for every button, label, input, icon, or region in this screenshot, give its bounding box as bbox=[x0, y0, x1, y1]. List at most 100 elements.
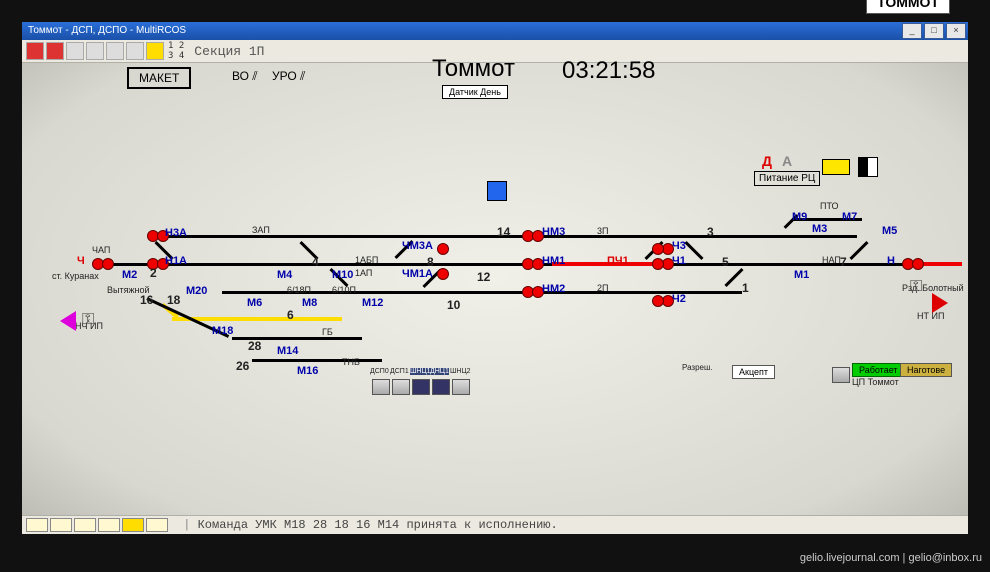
signal-chm1a[interactable]: ЧМ1А bbox=[402, 268, 433, 280]
sw-num-3: 3 bbox=[707, 225, 714, 239]
toolbar-icon-3[interactable] bbox=[66, 42, 84, 60]
signal-nm2[interactable]: НМ2 bbox=[542, 283, 565, 295]
yard-2[interactable] bbox=[252, 359, 382, 362]
arrow-right[interactable] bbox=[932, 293, 948, 313]
minimize-button[interactable]: _ bbox=[902, 23, 922, 39]
lbl-m18[interactable]: М18 bbox=[212, 325, 233, 337]
signal-ch1[interactable]: Ч1 bbox=[672, 255, 686, 267]
signal-n3a[interactable]: Н3А bbox=[165, 227, 187, 239]
signal-ch2[interactable]: Ч2 bbox=[672, 293, 686, 305]
daynight-button[interactable]: Датчик День bbox=[442, 85, 508, 99]
sect-nap: НАП bbox=[822, 255, 841, 265]
statusbar-icons bbox=[26, 518, 168, 532]
toolbar-1234: 1 23 4 bbox=[168, 41, 184, 61]
statusbar-cmd: Команда УМК M18 28 18 16 M14 принята к и… bbox=[198, 518, 558, 532]
lbl-m3[interactable]: М3 bbox=[812, 223, 827, 235]
signal-nm3[interactable]: НМ3 bbox=[542, 226, 565, 238]
sw-num-5: 5 bbox=[722, 255, 729, 269]
sect-gb: ГБ bbox=[322, 327, 333, 337]
signal-chm3a[interactable]: ЧМ3А bbox=[402, 240, 433, 252]
maket-button[interactable]: МАКЕТ bbox=[127, 67, 191, 89]
working-button[interactable]: Работает bbox=[852, 363, 905, 377]
ws-3[interactable] bbox=[412, 379, 430, 395]
lbl-m2[interactable]: М2 bbox=[122, 269, 137, 281]
sw-num-4: 4 bbox=[312, 255, 319, 269]
lbl-m10[interactable]: М10 bbox=[332, 269, 353, 281]
toolbar-icon-5[interactable] bbox=[106, 42, 124, 60]
signal-ch[interactable]: Ч bbox=[77, 255, 85, 267]
sect-vyt: Вытяжной bbox=[107, 285, 150, 295]
accept-button[interactable]: Акцепт bbox=[732, 365, 775, 379]
sect-tnb: ТНБ bbox=[342, 357, 360, 367]
sw-num-18: 18 bbox=[167, 293, 180, 307]
lbl-m16[interactable]: М16 bbox=[297, 365, 318, 377]
track-1[interactable] bbox=[107, 263, 922, 266]
sw-5[interactable] bbox=[684, 241, 703, 260]
sw-num-6: 6 bbox=[287, 308, 294, 322]
pit-button[interactable]: Питание РЦ bbox=[754, 171, 820, 186]
signal-n-lamp2[interactable] bbox=[912, 258, 924, 270]
bo-indicator: ВО ⫽ bbox=[232, 69, 258, 84]
key-icon-left[interactable]: ⚿ bbox=[82, 311, 94, 329]
uro-indicator: УРО ⫽ bbox=[272, 69, 305, 84]
signal-ch3[interactable]: Ч3 bbox=[672, 240, 686, 252]
lbl-m9[interactable]: М9 bbox=[792, 211, 807, 223]
bw-indicator bbox=[858, 157, 878, 177]
sw-1r[interactable] bbox=[724, 268, 743, 287]
lbl-m4[interactable]: М4 bbox=[277, 269, 292, 281]
track-canvas[interactable]: МАКЕТ ВО ⫽ УРО ⫽ Томмот Датчик День 03:2… bbox=[22, 63, 968, 515]
sw-num-7: 7 bbox=[840, 255, 847, 269]
close-button[interactable]: × bbox=[946, 23, 966, 39]
ws5-lbl: ШНЦ2 bbox=[450, 368, 471, 375]
toolbar-icon-2[interactable] bbox=[46, 42, 64, 60]
signal-chm3a-lamp[interactable] bbox=[437, 243, 449, 255]
arrow-left[interactable] bbox=[60, 311, 76, 331]
toolbar-icon-4[interactable] bbox=[86, 42, 104, 60]
sect-chap: ЧАП bbox=[92, 245, 110, 255]
signal-pch1[interactable]: ПЧ1 bbox=[607, 255, 629, 267]
ws-2[interactable] bbox=[392, 379, 410, 395]
ws2-lbl: ДСП1 bbox=[390, 368, 409, 375]
toolbar-icon-7[interactable] bbox=[146, 42, 164, 60]
signal-chm1a-lamp[interactable] bbox=[437, 268, 449, 280]
sw-num-16: 16 bbox=[140, 293, 153, 307]
signal-ch3-lamp2[interactable] bbox=[652, 243, 664, 255]
ready-button[interactable]: Наготове bbox=[900, 363, 952, 377]
sw-num-14: 14 bbox=[497, 225, 510, 239]
cp-icon[interactable] bbox=[832, 367, 850, 383]
sw-num-26: 26 bbox=[236, 359, 249, 373]
sect-2p: 2П bbox=[597, 283, 608, 293]
sw-num-2: 2 bbox=[150, 266, 157, 280]
sect-zap: ЗАП bbox=[252, 225, 270, 235]
lbl-m8[interactable]: М8 bbox=[302, 297, 317, 309]
signal-n1a[interactable]: Н1А bbox=[165, 255, 187, 267]
ws-1[interactable] bbox=[372, 379, 390, 395]
maximize-button[interactable]: □ bbox=[924, 23, 944, 39]
signal-n[interactable]: Н bbox=[887, 255, 895, 267]
occupied-n[interactable] bbox=[922, 262, 962, 266]
signal-ch1-lamp2[interactable] bbox=[652, 258, 664, 270]
lbl-m7[interactable]: М7 bbox=[842, 211, 857, 223]
yellow-indicator bbox=[822, 159, 850, 175]
signal-nm1[interactable]: НМ1 bbox=[542, 255, 565, 267]
lbl-m6[interactable]: М6 bbox=[247, 297, 262, 309]
signal-ch-lamp2[interactable] bbox=[102, 258, 114, 270]
toolbar-icon-6[interactable] bbox=[126, 42, 144, 60]
key-icon-right[interactable]: ⚿ bbox=[910, 278, 922, 296]
lbl-m14[interactable]: М14 bbox=[277, 345, 298, 357]
toolbar-icon-1[interactable] bbox=[26, 42, 44, 60]
lbl-m20[interactable]: М20 bbox=[186, 285, 207, 297]
sect-1ap: 1АП bbox=[355, 268, 372, 278]
ws-5[interactable] bbox=[452, 379, 470, 395]
sun-icon bbox=[487, 181, 507, 201]
sw-num-1: 1 bbox=[742, 281, 749, 295]
ws-4[interactable] bbox=[432, 379, 450, 395]
signal-ch2-lamp2[interactable] bbox=[652, 295, 664, 307]
lbl-m12[interactable]: М12 bbox=[362, 297, 383, 309]
lbl-m1[interactable]: М1 bbox=[794, 269, 809, 281]
lbl-kuranah: ст. Куранах bbox=[52, 271, 99, 281]
lbl-m5[interactable]: М5 bbox=[882, 225, 897, 237]
sw-7[interactable] bbox=[849, 241, 868, 260]
window-title: Томмот - ДСП, ДСПО - MultiRCOS bbox=[28, 22, 186, 40]
ws3-lbl: ШНЦ1 bbox=[410, 368, 431, 375]
